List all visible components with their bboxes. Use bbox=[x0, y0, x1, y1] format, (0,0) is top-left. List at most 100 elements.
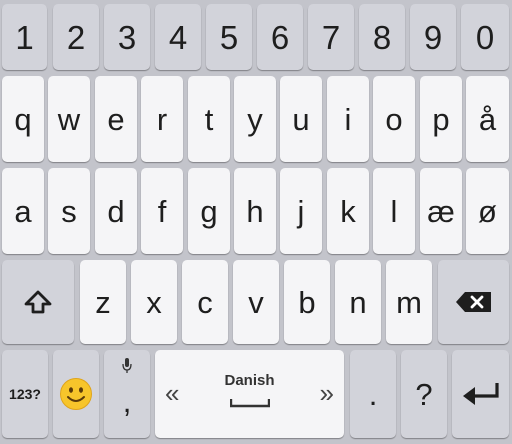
letter-row-1: q w e r t y u i o p å bbox=[0, 76, 512, 162]
key-label: 0 bbox=[475, 18, 495, 56]
key-2[interactable]: 2 bbox=[53, 4, 99, 70]
key-n[interactable]: n bbox=[335, 260, 381, 344]
key-p[interactable]: p bbox=[420, 76, 462, 162]
key-label: a bbox=[14, 193, 32, 229]
key-x[interactable]: x bbox=[131, 260, 177, 344]
comma-key[interactable]: , bbox=[104, 350, 150, 438]
key-label: e bbox=[107, 101, 125, 137]
key-label: r bbox=[156, 101, 168, 137]
letter-row-3: z x c v b n m bbox=[0, 260, 512, 344]
key-label: 4 bbox=[168, 18, 188, 56]
key-s[interactable]: s bbox=[48, 168, 90, 254]
space-bar-icon bbox=[230, 398, 270, 408]
key-aa[interactable]: å bbox=[466, 76, 509, 162]
key-m[interactable]: m bbox=[386, 260, 432, 344]
key-e[interactable]: e bbox=[95, 76, 137, 162]
key-label: w bbox=[57, 101, 81, 137]
key-5[interactable]: 5 bbox=[206, 4, 252, 70]
key-label: v bbox=[248, 284, 264, 320]
key-h[interactable]: h bbox=[234, 168, 276, 254]
number-row: 1 2 3 4 5 6 7 8 9 0 bbox=[0, 4, 512, 70]
emoji-icon bbox=[59, 377, 93, 411]
shift-key[interactable] bbox=[2, 260, 74, 344]
key-oe[interactable]: ø bbox=[466, 168, 509, 254]
key-z[interactable]: z bbox=[80, 260, 126, 344]
key-label: c bbox=[197, 284, 213, 320]
key-4[interactable]: 4 bbox=[155, 4, 201, 70]
key-label: 1 bbox=[15, 18, 34, 56]
key-r[interactable]: r bbox=[141, 76, 183, 162]
key-j[interactable]: j bbox=[280, 168, 322, 254]
emoji-key[interactable] bbox=[53, 350, 99, 438]
key-label: 5 bbox=[219, 18, 239, 56]
key-label: d bbox=[107, 193, 125, 229]
key-u[interactable]: u bbox=[280, 76, 322, 162]
key-label: h bbox=[246, 193, 264, 229]
key-7[interactable]: 7 bbox=[308, 4, 354, 70]
key-o[interactable]: o bbox=[373, 76, 415, 162]
key-w[interactable]: w bbox=[48, 76, 90, 162]
enter-icon bbox=[461, 379, 501, 409]
key-label: b bbox=[298, 284, 316, 320]
key-label: g bbox=[200, 193, 218, 229]
key-label: 123? bbox=[9, 386, 41, 402]
key-label: ø bbox=[478, 193, 497, 229]
key-label: p bbox=[432, 101, 450, 137]
key-label: 8 bbox=[372, 18, 392, 56]
symbols-key[interactable]: 123? bbox=[2, 350, 48, 438]
key-l[interactable]: l bbox=[373, 168, 415, 254]
key-label: ? bbox=[415, 376, 433, 412]
keyboard: 1 2 3 4 5 6 7 8 9 0 q w e r t y u i o p … bbox=[0, 0, 512, 444]
period-key[interactable]: . bbox=[350, 350, 396, 438]
key-g[interactable]: g bbox=[188, 168, 230, 254]
key-label: u bbox=[292, 101, 310, 137]
space-bar[interactable]: « Danish » bbox=[155, 350, 344, 438]
key-1[interactable]: 1 bbox=[2, 4, 47, 70]
key-label: s bbox=[61, 193, 77, 229]
backspace-icon bbox=[455, 291, 493, 313]
key-3[interactable]: 3 bbox=[104, 4, 150, 70]
letter-row-2: a s d f g h j k l æ ø bbox=[0, 168, 512, 254]
key-label: æ bbox=[427, 193, 455, 229]
key-label: t bbox=[204, 101, 214, 137]
key-label: q bbox=[14, 101, 32, 137]
key-label: i bbox=[344, 101, 352, 137]
right-arrow-glyph: » bbox=[319, 378, 334, 408]
key-label: y bbox=[247, 101, 263, 137]
key-label: n bbox=[349, 284, 367, 320]
key-a[interactable]: a bbox=[2, 168, 44, 254]
key-d[interactable]: d bbox=[95, 168, 137, 254]
key-y[interactable]: y bbox=[234, 76, 276, 162]
key-label: 9 bbox=[423, 18, 443, 56]
key-label: f bbox=[157, 193, 167, 229]
backspace-key[interactable] bbox=[438, 260, 509, 344]
key-v[interactable]: v bbox=[233, 260, 279, 344]
key-q[interactable]: q bbox=[2, 76, 44, 162]
key-label: 3 bbox=[117, 18, 137, 56]
key-label: 2 bbox=[66, 18, 86, 56]
key-t[interactable]: t bbox=[188, 76, 230, 162]
key-8[interactable]: 8 bbox=[359, 4, 405, 70]
key-ae[interactable]: æ bbox=[420, 168, 462, 254]
key-label: å bbox=[478, 101, 497, 137]
enter-key[interactable] bbox=[452, 350, 509, 438]
key-label: l bbox=[390, 193, 398, 229]
key-b[interactable]: b bbox=[284, 260, 330, 344]
key-label: , bbox=[122, 383, 132, 419]
shift-icon bbox=[23, 289, 53, 315]
key-6[interactable]: 6 bbox=[257, 4, 303, 70]
bottom-row: 123? , « Danish » . ? bbox=[0, 350, 512, 438]
key-label: . bbox=[368, 376, 378, 412]
language-label: Danish bbox=[224, 372, 275, 389]
key-label: 7 bbox=[321, 18, 341, 56]
key-9[interactable]: 9 bbox=[410, 4, 456, 70]
key-f[interactable]: f bbox=[141, 168, 183, 254]
key-k[interactable]: k bbox=[327, 168, 369, 254]
key-0[interactable]: 0 bbox=[461, 4, 509, 70]
microphone-icon bbox=[122, 358, 132, 374]
key-i[interactable]: i bbox=[327, 76, 369, 162]
key-label: j bbox=[297, 193, 305, 229]
key-label: x bbox=[146, 284, 162, 320]
question-mark-key[interactable]: ? bbox=[401, 350, 447, 438]
key-c[interactable]: c bbox=[182, 260, 228, 344]
